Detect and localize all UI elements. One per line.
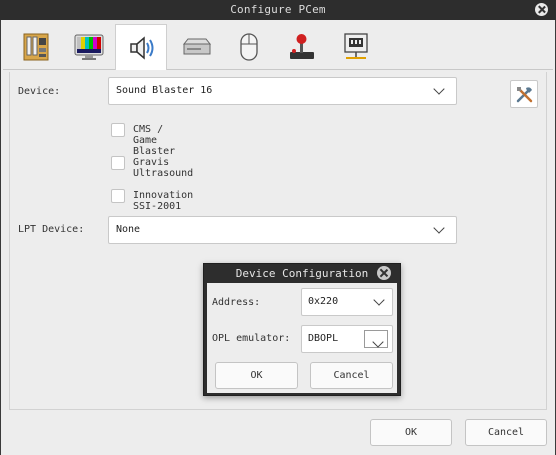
- window-titlebar: Configure PCem: [0, 0, 556, 20]
- gravis-ultrasound-label: Gravis Ultrasound: [133, 157, 194, 179]
- chevron-down-icon: [426, 78, 456, 104]
- joystick-tab[interactable]: [275, 24, 327, 70]
- dialog-close-button[interactable]: [377, 266, 391, 280]
- gravis-ultrasound-checkbox[interactable]: [111, 156, 125, 170]
- network-tab[interactable]: [329, 24, 381, 70]
- ok-button[interactable]: OK: [370, 419, 452, 446]
- cms-game-blaster-label: CMS / Game Blaster: [133, 124, 176, 157]
- configure-device-button[interactable]: [510, 80, 538, 108]
- sound-tab[interactable]: [115, 24, 167, 70]
- category-toolbar: [3, 22, 553, 70]
- dialog-cancel-label: Cancel: [333, 370, 370, 381]
- storage-tab[interactable]: [169, 24, 221, 70]
- cms-game-blaster-checkbox[interactable]: [111, 123, 125, 137]
- address-value: 0x220: [308, 296, 339, 307]
- sound-device-select[interactable]: Sound Blaster 16: [108, 77, 457, 105]
- device-label: Device:: [18, 86, 61, 97]
- speaker-icon: [130, 36, 154, 60]
- lpt-device-label: LPT Device:: [18, 224, 85, 235]
- window-close-button[interactable]: [535, 3, 548, 16]
- ok-button-label: OK: [404, 427, 418, 438]
- address-select[interactable]: 0x220: [301, 288, 393, 316]
- sound-device-value: Sound Blaster 16: [116, 85, 213, 96]
- dialog-body: Address: 0x220 OPL emulator: DBOPL OK Ca…: [207, 283, 397, 393]
- dialog-cancel-button[interactable]: Cancel: [310, 362, 393, 389]
- chevron-down-icon: [426, 217, 456, 243]
- chevron-down-icon: [364, 330, 388, 348]
- innovation-ssi-label: Innovation SSI-2001: [133, 190, 194, 212]
- opl-emulator-select[interactable]: DBOPL: [301, 325, 393, 353]
- motherboard-tab[interactable]: [9, 24, 61, 70]
- display-tab[interactable]: [61, 24, 113, 70]
- dialog-title: Device Configuration: [235, 267, 369, 280]
- innovation-ssi-checkbox[interactable]: [111, 189, 125, 203]
- dialog-ok-label: OK: [250, 370, 263, 381]
- mouse-tab[interactable]: [223, 24, 275, 70]
- lpt-device-select[interactable]: None: [108, 216, 457, 244]
- tools-icon: [516, 87, 533, 103]
- lpt-device-value: None: [116, 224, 141, 235]
- cancel-button-label: Cancel: [487, 427, 525, 438]
- motherboard-icon: [23, 33, 49, 61]
- network-icon: [344, 33, 368, 59]
- display-icon: [74, 34, 104, 60]
- chevron-down-icon: [366, 289, 392, 315]
- opl-emulator-value: DBOPL: [308, 333, 339, 344]
- mouse-icon: [240, 33, 258, 61]
- address-label: Address:: [212, 297, 261, 308]
- dialog-ok-button[interactable]: OK: [215, 362, 298, 389]
- device-configuration-dialog: Device Configuration Address: 0x220 OPL …: [203, 263, 401, 396]
- cancel-button[interactable]: Cancel: [465, 419, 547, 446]
- joystick-icon: [290, 34, 314, 59]
- drive-icon: [182, 38, 212, 55]
- window-title: Configure PCem: [230, 3, 326, 16]
- opl-emulator-label: OPL emulator:: [212, 333, 291, 344]
